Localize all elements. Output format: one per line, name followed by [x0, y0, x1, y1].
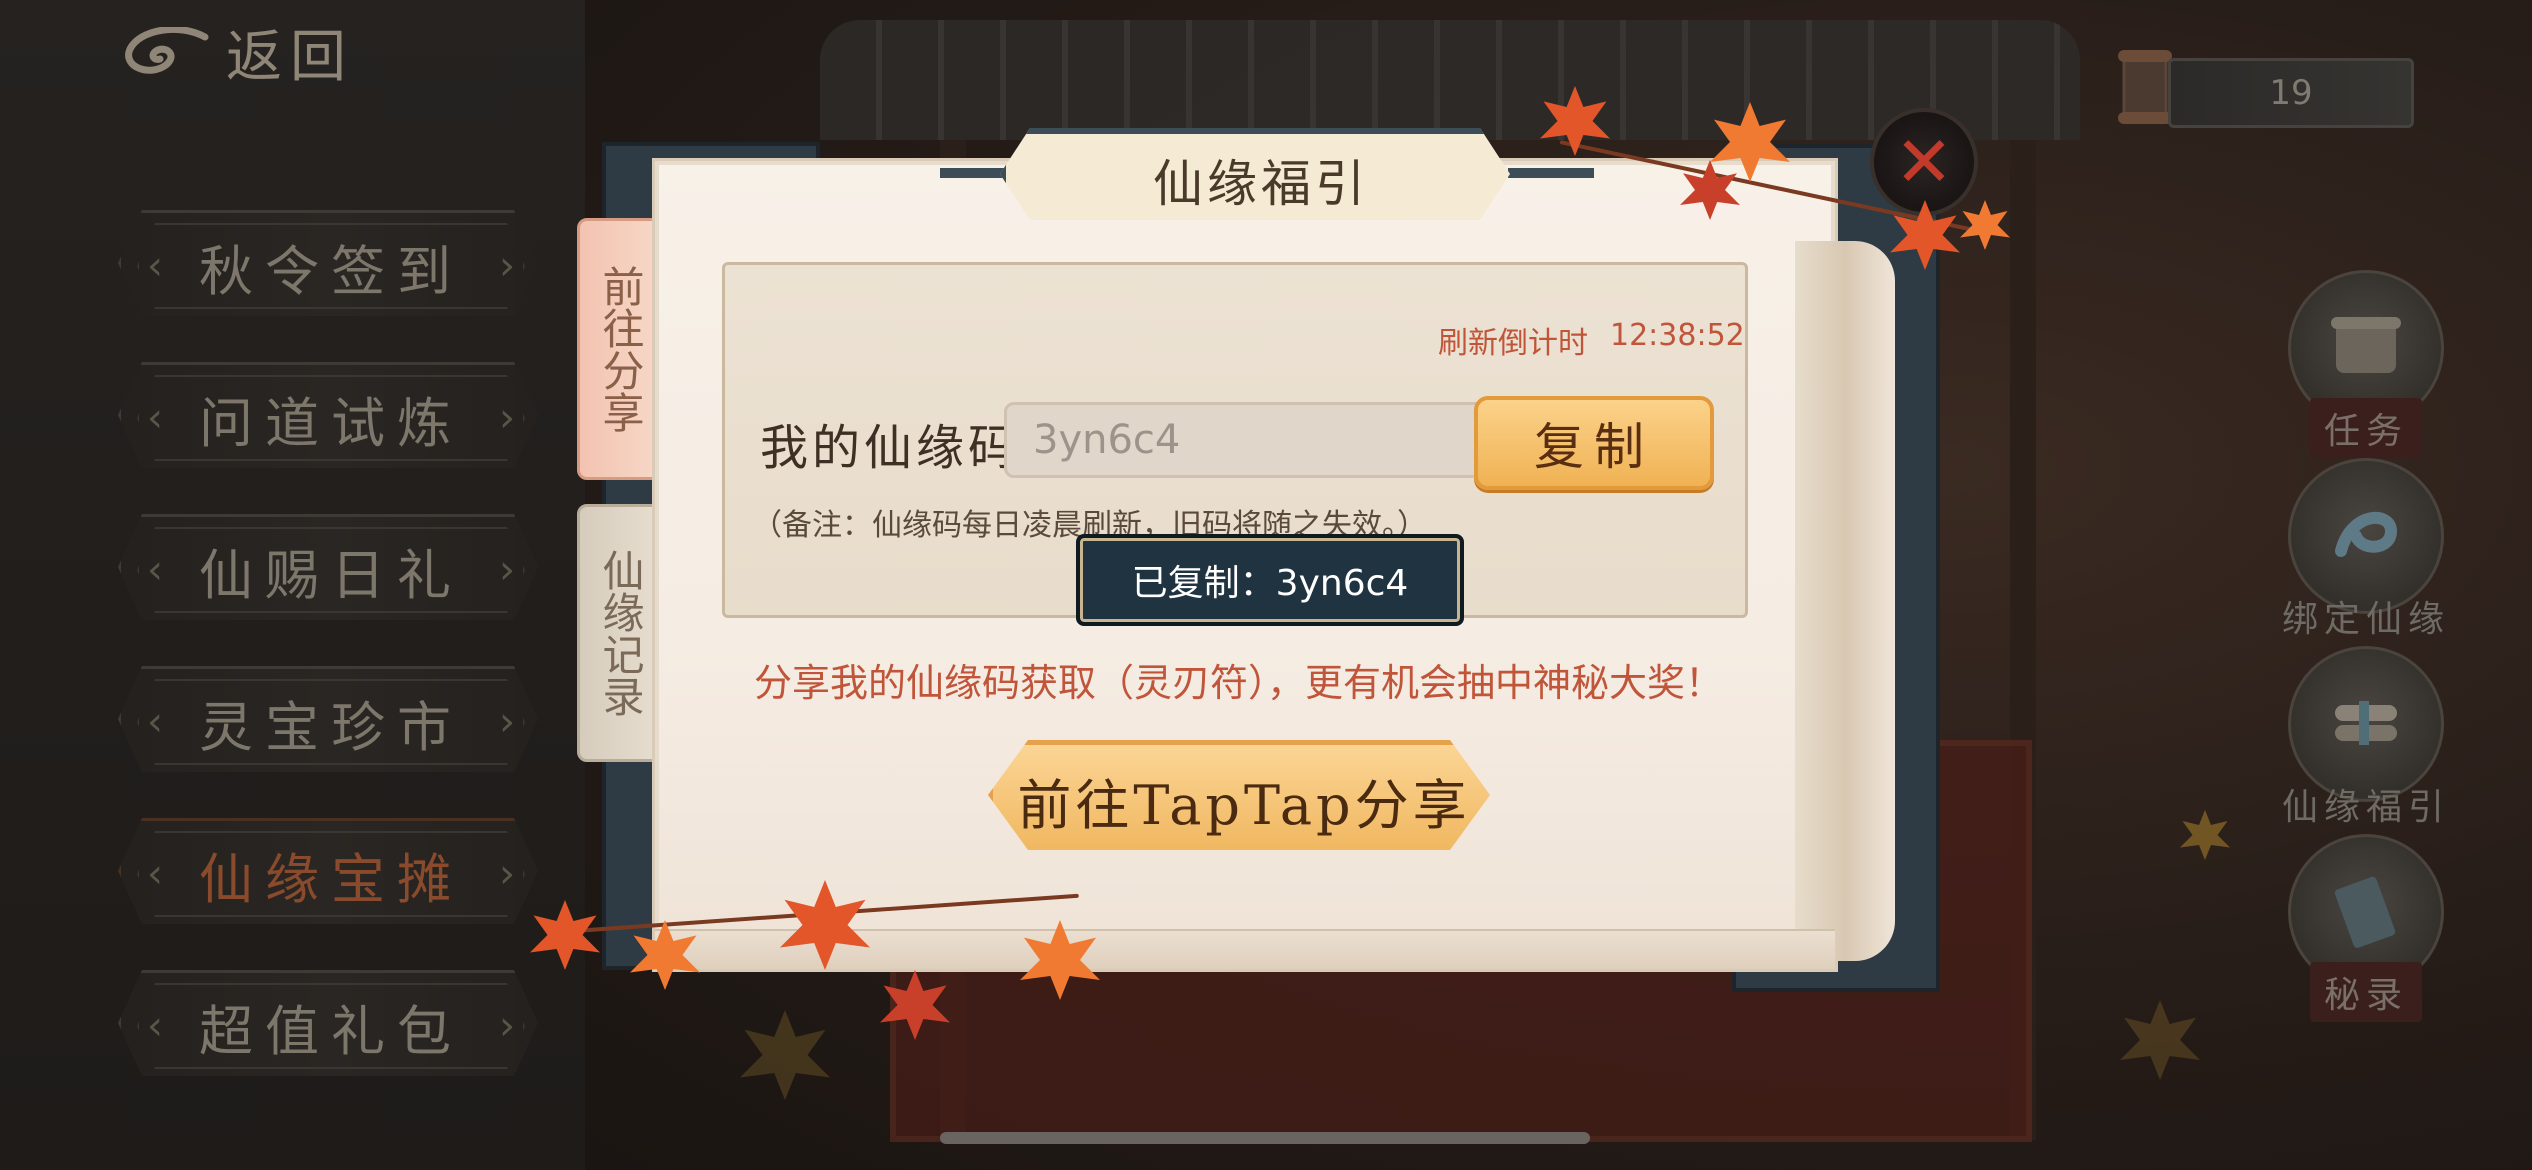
share-button-label: 前往TapTap分享: [1017, 773, 1471, 837]
chevron-right-icon: ›: [499, 1003, 515, 1049]
chevron-left-icon: ‹: [147, 395, 163, 441]
chevron-right-icon: ›: [499, 395, 515, 441]
paper-curl: [1795, 241, 1895, 961]
menu-item-label: 问道试炼: [199, 391, 463, 455]
back-button[interactable]: 返回: [120, 12, 354, 92]
copied-toast: 已复制：3yn6c4: [1076, 534, 1464, 626]
sidebar-label: 秘录: [2309, 962, 2422, 1022]
chevron-left-icon: ‹: [147, 547, 163, 593]
copy-button[interactable]: 复制: [1474, 396, 1714, 490]
modal-title: 仙缘福引: [1153, 155, 1369, 213]
back-label: 返回: [226, 24, 354, 90]
promo-text: 分享我的仙缘码获取（灵刃符），更有机会抽中神秘大奖！: [754, 661, 1724, 705]
refresh-countdown-value: 12:38:52: [1610, 318, 1745, 353]
sidebar-item-secret[interactable]: 秘录: [2266, 834, 2466, 1022]
menu-item-gift-pack[interactable]: ‹ 超值礼包 ›: [118, 970, 538, 1076]
chevron-left-icon: ‹: [147, 243, 163, 289]
menu-item-label: 仙赐日礼: [199, 543, 463, 607]
sidebar-item-fortune[interactable]: 仙缘福引: [2266, 646, 2466, 834]
close-icon: ✕: [1894, 121, 1954, 203]
taptap-share-button[interactable]: 前往TapTap分享: [988, 740, 1490, 850]
tab-share[interactable]: 前往分享: [577, 218, 663, 480]
chevron-right-icon: ›: [499, 851, 515, 897]
sidebar-item-tasks[interactable]: 任务: [2266, 270, 2466, 458]
menu-item-label: 灵宝珍市: [199, 695, 463, 759]
close-button[interactable]: ✕: [1870, 108, 1978, 216]
title-ornament: [1508, 168, 1594, 178]
activity-menu: ‹ 秋令签到 › ‹ 问道试炼 › ‹ 仙赐日礼 › ‹ 灵宝珍市 › ‹ 仙缘…: [118, 210, 538, 1122]
sidebar-item-bind[interactable]: 绑定仙缘: [2266, 458, 2466, 646]
menu-item-trial[interactable]: ‹ 问道试炼 ›: [118, 362, 538, 468]
home-indicator: [940, 1132, 1590, 1144]
chevron-left-icon: ‹: [147, 851, 163, 897]
chevron-right-icon: ›: [499, 547, 515, 593]
sidebar-label: 仙缘福引: [2281, 787, 2450, 828]
currency-counter: 19: [2168, 58, 2414, 128]
modal-title-banner: 仙缘福引: [1000, 128, 1510, 220]
counter-value: 19: [2269, 73, 2313, 113]
sidebar-label: 绑定仙缘: [2281, 599, 2450, 640]
toast-text: 已复制：3yn6c4: [1131, 563, 1409, 604]
copy-button-label: 复制: [1534, 418, 1654, 476]
chevron-left-icon: ‹: [147, 1003, 163, 1049]
sidebar-label: 任务: [2309, 398, 2422, 458]
chevron-right-icon: ›: [499, 243, 515, 289]
swirl-back-icon: [125, 27, 209, 74]
menu-item-daily-gift[interactable]: ‹ 仙赐日礼 ›: [118, 514, 538, 620]
refresh-countdown-label: 刷新倒计时: [1438, 326, 1588, 361]
menu-item-market[interactable]: ‹ 灵宝珍市 ›: [118, 666, 538, 772]
chevron-left-icon: ‹: [147, 699, 163, 745]
tab-share-label: 前往分享: [596, 265, 645, 433]
tab-record[interactable]: 仙缘记录: [577, 504, 663, 762]
my-code-label: 我的仙缘码: [760, 420, 1021, 476]
tab-record-label: 仙缘记录: [596, 549, 645, 717]
menu-item-label: 超值礼包: [199, 999, 463, 1063]
menu-item-label: 仙缘宝摊: [199, 847, 463, 911]
menu-item-stall[interactable]: ‹ 仙缘宝摊 ›: [118, 818, 538, 924]
chevron-right-icon: ›: [499, 699, 515, 745]
menu-item-label: 秋令签到: [199, 239, 463, 303]
menu-item-checkin[interactable]: ‹ 秋令签到 ›: [118, 210, 538, 316]
code-value: 3yn6c4: [1033, 417, 1181, 463]
code-field: 3yn6c4: [1004, 402, 1484, 478]
